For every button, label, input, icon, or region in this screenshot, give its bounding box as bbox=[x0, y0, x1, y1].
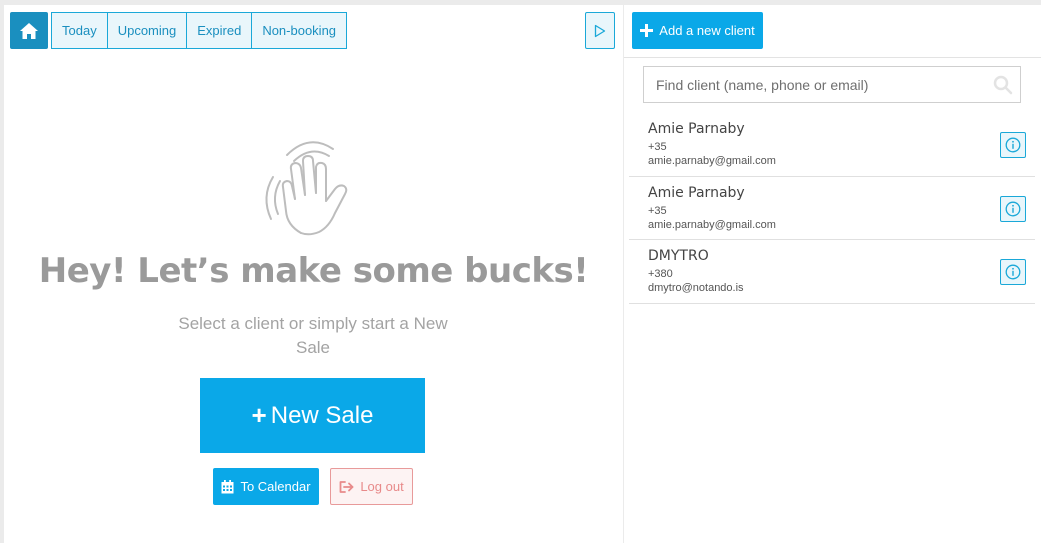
client-phone: +35 bbox=[648, 204, 667, 217]
clients-panel: Add a new client Amie Parnaby +35 amie.p… bbox=[624, 5, 1041, 543]
tab-upcoming[interactable]: Upcoming bbox=[106, 12, 188, 49]
add-client-label: Add a new client bbox=[659, 23, 755, 38]
info-icon bbox=[1005, 137, 1021, 153]
to-calendar-label: To Calendar bbox=[240, 479, 311, 494]
new-sale-button[interactable]: + New Sale bbox=[200, 378, 425, 453]
divider bbox=[624, 57, 1041, 58]
client-phone: +380 bbox=[648, 268, 673, 280]
client-email: dmytro@notando.is bbox=[648, 282, 744, 294]
client-email: amie.parnaby@gmail.com bbox=[648, 218, 776, 231]
greeting-subtext: Select a client or simply start a New Sa… bbox=[178, 314, 448, 357]
greeting-heading: Hey! Let’s make some bucks! bbox=[38, 251, 589, 291]
search-input[interactable] bbox=[644, 67, 984, 102]
info-icon bbox=[1005, 264, 1021, 280]
home-button[interactable] bbox=[10, 12, 48, 49]
client-search bbox=[643, 66, 1021, 103]
client-info-button[interactable] bbox=[1000, 195, 1026, 222]
client-email: amie.parnaby@gmail.com bbox=[648, 155, 776, 167]
client-row[interactable]: Amie Parnaby +35 amie.parnaby@gmail.com bbox=[629, 177, 1035, 240]
client-info-button[interactable] bbox=[1000, 259, 1026, 285]
play-icon bbox=[594, 24, 606, 37]
plus-icon bbox=[640, 24, 654, 37]
to-calendar-button[interactable]: To Calendar bbox=[213, 468, 319, 505]
info-icon bbox=[1005, 201, 1021, 216]
tab-expired[interactable]: Expired bbox=[186, 12, 253, 49]
calendar-icon bbox=[221, 479, 234, 493]
toggle-panel-button[interactable] bbox=[585, 12, 615, 49]
home-icon bbox=[20, 22, 38, 39]
logout-label: Log out bbox=[360, 479, 404, 494]
booking-tabs: Today Upcoming Expired Non-booking bbox=[51, 12, 348, 49]
client-row[interactable]: DMYTRO +380 dmytro@notando.is bbox=[629, 240, 1035, 304]
search-icon[interactable] bbox=[992, 74, 1014, 96]
client-row[interactable]: Amie Parnaby +35 amie.parnaby@gmail.com bbox=[629, 113, 1035, 177]
client-name: Amie Parnaby bbox=[648, 184, 745, 201]
main-panel: Today Upcoming Expired Non-booking Hey! … bbox=[4, 5, 623, 543]
logout-button[interactable]: Log out bbox=[330, 468, 413, 505]
plus-icon: + bbox=[251, 400, 267, 430]
wave-hand-icon bbox=[265, 141, 348, 236]
tab-non-booking[interactable]: Non-booking bbox=[251, 12, 348, 49]
client-list: Amie Parnaby +35 amie.parnaby@gmail.com … bbox=[629, 113, 1035, 304]
client-phone: +35 bbox=[648, 141, 667, 153]
new-sale-label: New Sale bbox=[270, 401, 374, 429]
client-name: Amie Parnaby bbox=[648, 121, 745, 137]
tab-today[interactable]: Today bbox=[51, 12, 108, 49]
client-name: DMYTRO bbox=[648, 248, 709, 264]
logout-icon bbox=[339, 480, 354, 493]
client-info-button[interactable] bbox=[1000, 132, 1026, 158]
add-client-button[interactable]: Add a new client bbox=[632, 12, 763, 49]
